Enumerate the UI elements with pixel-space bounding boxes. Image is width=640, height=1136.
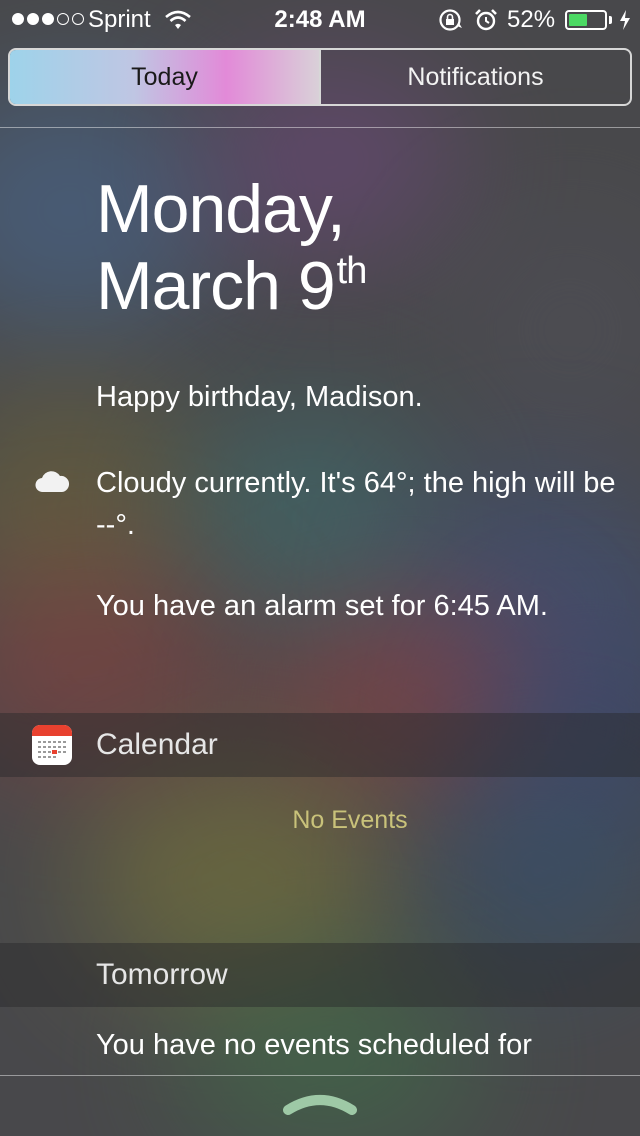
date-weekday: Monday, <box>96 171 346 247</box>
rotation-lock-icon <box>438 8 464 39</box>
cloud-icon <box>34 470 70 499</box>
date-month-day: March 9th <box>96 247 368 325</box>
calendar-icon <box>32 725 72 765</box>
divider <box>0 1075 640 1076</box>
birthday-message: Happy birthday, Madison. <box>96 381 423 413</box>
alarm-icon <box>474 8 498 39</box>
no-events-label: No Events <box>292 806 408 834</box>
battery-icon <box>565 10 607 30</box>
weather-summary: Cloudy currently. It's 64°; the high wil… <box>96 467 616 541</box>
grabber-handle-icon[interactable] <box>280 1092 360 1123</box>
divider <box>0 127 640 128</box>
tomorrow-section-header: Tomorrow <box>0 943 640 1007</box>
date-ordinal-suffix: th <box>336 250 368 292</box>
tomorrow-section-title: Tomorrow <box>96 958 228 991</box>
tab-notifications[interactable]: Notifications <box>319 50 630 104</box>
today-notifications-segmented-control: Today Notifications <box>8 48 632 106</box>
tab-today[interactable]: Today <box>10 50 319 104</box>
calendar-section-title: Calendar <box>96 728 218 761</box>
battery-percentage: 52% <box>507 6 556 33</box>
status-bar: Sprint 2:48 AM 52% <box>0 0 640 40</box>
calendar-section-header[interactable]: Calendar <box>0 713 640 777</box>
date-month-day-text: March 9 <box>96 248 336 324</box>
battery-tip <box>609 16 612 24</box>
tomorrow-summary: You have no events scheduled for <box>96 1029 532 1061</box>
charging-bolt-icon <box>618 9 632 38</box>
alarm-summary: You have an alarm set for 6:45 AM. <box>96 590 548 622</box>
